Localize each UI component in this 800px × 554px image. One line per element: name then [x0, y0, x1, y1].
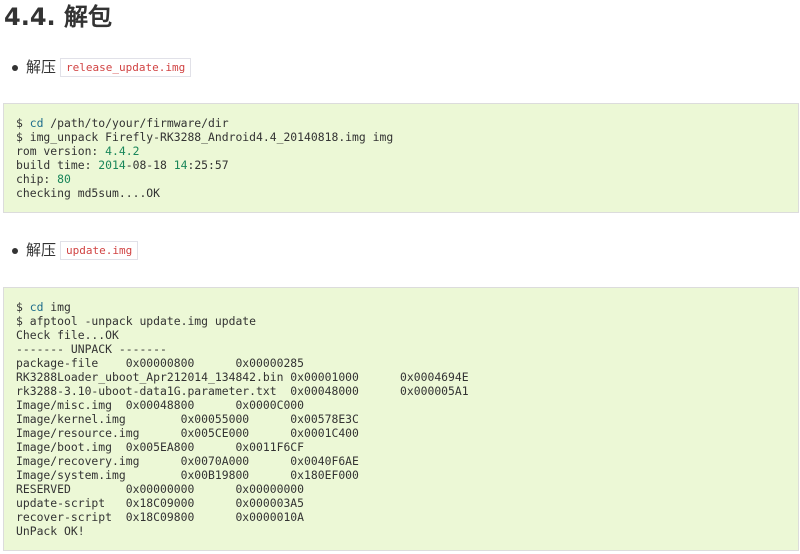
code-block-afptool: $ cd img $ afptool -unpack update.img upd… [3, 287, 799, 551]
code-text: rk3288-3.10-uboot-data1G.parameter.txt 0… [16, 384, 469, 398]
code-line: ------- UNPACK ------- [16, 342, 786, 356]
list-item-label: 解压 [26, 241, 57, 259]
code-keyword: cd [29, 116, 44, 130]
code-line: Image/recovery.img 0x0070A000 0x0040F6AE [16, 454, 786, 468]
code-text: update-script 0x18C09000 0x000003A5 [16, 496, 305, 510]
code-line: package-file 0x00000800 0x00000285 [16, 356, 786, 370]
code-text: :25:57 [187, 158, 229, 172]
bullet-icon [12, 247, 18, 254]
code-number: 2014 [98, 158, 126, 172]
inline-code-filename: update.img [60, 240, 139, 260]
code-text: Image/boot.img 0x005EA800 0x0011F6CF [16, 440, 305, 454]
code-text: UnPack OK! [16, 524, 85, 538]
code-number: 80 [57, 172, 71, 186]
code-line: $ img_unpack Firefly-RK3288_Android4.4_2… [16, 130, 786, 144]
code-line: checking md5sum....OK [16, 186, 786, 200]
code-text: package-file 0x00000800 0x00000285 [16, 356, 305, 370]
code-text: chip: [16, 172, 58, 186]
code-line: RK3288Loader_uboot_Apr212014_134842.bin … [16, 370, 786, 384]
code-line: recover-script 0x18C09800 0x0000010A [16, 510, 786, 524]
code-text: Image/kernel.img 0x00055000 0x00578E3C [16, 412, 359, 426]
list-item-unpack-release: 解压 release_update.img [12, 56, 192, 78]
code-keyword: cd [29, 300, 44, 314]
code-text: Image/misc.img 0x00048800 0x0000C000 [16, 398, 305, 412]
code-text: $ [16, 116, 30, 130]
bullet-icon [12, 64, 18, 71]
code-text: Image/recovery.img 0x0070A000 0x0040F6AE [16, 454, 359, 468]
code-line: Image/kernel.img 0x00055000 0x00578E3C [16, 412, 786, 426]
code-text: Image/resource.img 0x005CE000 0x0001C400 [16, 426, 359, 440]
inline-code-filename: release_update.img [60, 57, 192, 77]
code-line: Image/resource.img 0x005CE000 0x0001C400 [16, 426, 786, 440]
code-number: 4.4.2 [105, 144, 140, 158]
code-line: $ cd /path/to/your/firmware/dir [16, 116, 786, 130]
code-line: UnPack OK! [16, 524, 786, 538]
code-block-img-unpack: $ cd /path/to/your/firmware/dir $ img_unp… [3, 103, 799, 213]
code-text: ------- UNPACK ------- [16, 342, 167, 356]
code-line: Image/system.img 0x00B19800 0x180EF000 [16, 468, 786, 482]
code-line: build time: 2014-08-18 14:25:57 [16, 158, 786, 172]
code-line: Image/misc.img 0x00048800 0x0000C000 [16, 398, 786, 412]
code-line: $ afptool -unpack update.img update [16, 314, 786, 328]
code-number: 14 [173, 158, 188, 172]
code-line: chip: 80 [16, 172, 786, 186]
code-line: Check file...OK [16, 328, 786, 342]
code-text: checking md5sum....OK [16, 186, 161, 200]
code-text: rom version: [16, 144, 106, 158]
code-text: img [43, 300, 71, 314]
code-text: recover-script 0x18C09800 0x0000010A [16, 510, 305, 524]
section-heading: 4.4. 解包 [4, 3, 112, 31]
code-line: rom version: 4.4.2 [16, 144, 786, 158]
code-text: RK3288Loader_uboot_Apr212014_134842.bin … [16, 370, 469, 384]
code-text: /path/to/your/firmware/dir [43, 116, 229, 130]
code-text: -08-18 [125, 158, 174, 172]
code-text: Check file...OK [16, 328, 119, 342]
code-line: update-script 0x18C09000 0x000003A5 [16, 496, 786, 510]
code-text: Image/system.img 0x00B19800 0x180EF000 [16, 468, 359, 482]
code-text: $ img_unpack Firefly-RK3288_Android4.4_2… [16, 130, 394, 144]
code-line: Image/boot.img 0x005EA800 0x0011F6CF [16, 440, 786, 454]
list-item-label: 解压 [26, 58, 57, 76]
code-text: $ afptool -unpack update.img update [16, 314, 257, 328]
code-text: build time: [16, 158, 99, 172]
code-text: $ [16, 300, 30, 314]
code-text: RESERVED 0x00000000 0x00000000 [16, 482, 305, 496]
list-item-unpack-update: 解压 update.img [12, 239, 139, 261]
code-line: RESERVED 0x00000000 0x00000000 [16, 482, 786, 496]
code-line: $ cd img [16, 300, 786, 314]
code-line: rk3288-3.10-uboot-data1G.parameter.txt 0… [16, 384, 786, 398]
